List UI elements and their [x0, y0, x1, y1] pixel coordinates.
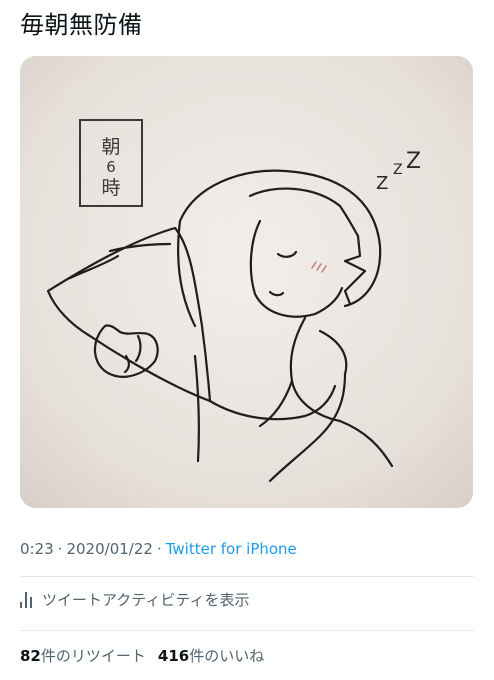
sleep-z-3: Z — [406, 149, 421, 174]
sign-char-2: 6 — [106, 158, 116, 176]
tweet-meta: 0:23 · 2020/01/22 · Twitter for iPhone — [20, 538, 297, 560]
likes-stat[interactable]: 416件のいいね — [158, 647, 264, 665]
retweets-stat[interactable]: 82件のリツイート — [20, 647, 146, 665]
tweet-source-link[interactable]: Twitter for iPhone — [166, 540, 297, 558]
retweets-count: 82 — [20, 647, 41, 665]
analytics-icon — [20, 592, 32, 608]
tweet-stats: 82件のリツイート 416件のいいね — [20, 644, 264, 668]
sketch-drawing: 朝 6 時 Z Z Z — [20, 56, 473, 508]
tweet-text: 毎朝無防備 — [20, 11, 143, 39]
tweet-activity-label: ツイートアクティビティを表示 — [42, 591, 250, 609]
likes-label: 件のいいね — [189, 647, 265, 665]
tweet-image[interactable]: 朝 6 時 Z Z Z — [20, 56, 473, 508]
likes-count: 416 — [157, 647, 190, 665]
meta-separator: · — [156, 540, 162, 558]
divider — [20, 576, 474, 577]
tweet-activity-link[interactable]: ツイートアクティビティを表示 — [20, 588, 249, 612]
divider — [20, 630, 474, 631]
sign-char-3: 時 — [101, 177, 120, 199]
sign-char-1: 朝 — [101, 136, 120, 158]
tweet-date: 2020/01/22 — [66, 540, 153, 558]
retweets-label: 件のリツイート — [40, 647, 146, 665]
meta-separator: · — [57, 540, 63, 558]
sleep-z-1: Z — [376, 173, 388, 194]
tweet-time: 0:23 — [20, 540, 54, 558]
sleep-z-2: Z — [393, 162, 403, 178]
